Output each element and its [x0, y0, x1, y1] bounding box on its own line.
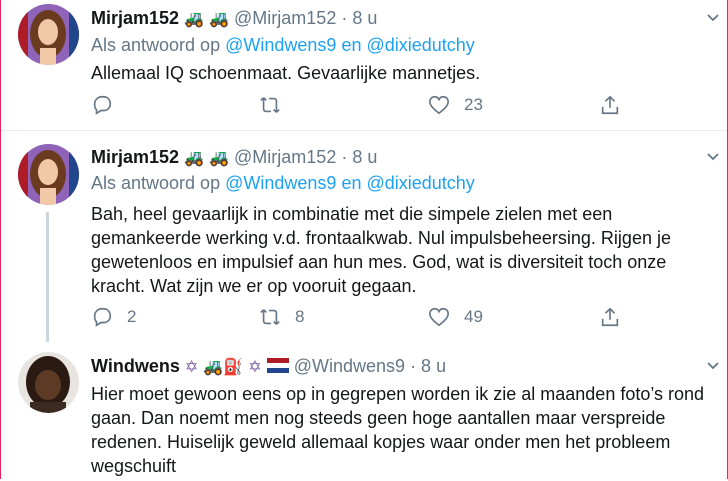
thread-line	[46, 212, 49, 342]
avatar[interactable]	[18, 352, 79, 413]
avatar[interactable]	[18, 144, 79, 205]
like-count: 23	[464, 95, 483, 114]
tractor-badges: 🚜 🚜	[184, 9, 230, 28]
tractor-badges: 🚜 🚜	[184, 148, 230, 167]
tweet-1[interactable]: Mirjam152 🚜 🚜 @Mirjam152 · 8 u Als antwo…	[1, 0, 727, 130]
share-button[interactable]	[599, 306, 621, 328]
badges: ✡ 🚜⛽ ✡	[184, 357, 262, 376]
tweet-time[interactable]: · 8 u	[410, 356, 446, 376]
tweet-2[interactable]: Mirjam152 🚜 🚜 @Mirjam152 · 8 u Als antwo…	[1, 131, 727, 341]
share-icon	[601, 95, 619, 115]
heart-icon	[429, 307, 449, 327]
avatar[interactable]	[18, 4, 79, 65]
dutch-flag-icon	[266, 358, 289, 373]
chevron-down-icon[interactable]	[705, 10, 721, 26]
reply-prefix: Als antwoord op	[91, 35, 221, 55]
reply-separator: en	[341, 173, 362, 193]
author-name[interactable]: Mirjam152	[91, 147, 179, 167]
tweet-text: Bah, heel gevaarlijk in combinatie met d…	[91, 204, 671, 296]
heart-icon	[429, 95, 449, 115]
author-handle[interactable]: @Windwens9	[294, 356, 405, 376]
chevron-down-icon[interactable]	[705, 358, 721, 374]
tweet-text: Allemaal IQ schoenmaat. Gevaarlijke mann…	[91, 63, 481, 83]
retweet-icon	[260, 309, 280, 325]
tweet-time[interactable]: · 8 u	[341, 8, 377, 28]
tweet-3[interactable]: Windwens ✡ 🚜⛽ ✡ @Windwens9 · 8 u Hier mo…	[1, 345, 727, 481]
reply-user-link[interactable]: @dixiedutchy	[366, 173, 474, 193]
author-handle[interactable]: @Mirjam152	[234, 147, 336, 167]
reply-prefix: Als antwoord op	[91, 173, 221, 193]
reply-button[interactable]	[91, 94, 127, 116]
chevron-down-icon[interactable]	[705, 149, 721, 165]
author-name[interactable]: Mirjam152	[91, 8, 179, 28]
tweet-time[interactable]: · 8 u	[341, 147, 377, 167]
like-count: 49	[464, 307, 483, 326]
reply-user-link[interactable]: @dixiedutchy	[366, 35, 474, 55]
retweet-button[interactable]: 8	[259, 306, 304, 328]
reply-user-link[interactable]: @Windwens9	[225, 173, 336, 193]
like-button[interactable]: 23	[428, 94, 483, 116]
reply-separator: en	[341, 35, 362, 55]
author-handle[interactable]: @Mirjam152	[234, 8, 336, 28]
share-button[interactable]	[599, 94, 621, 116]
retweet-count: 8	[295, 307, 305, 326]
reply-user-link[interactable]: @Windwens9	[225, 35, 336, 55]
share-icon	[601, 307, 619, 327]
reply-icon	[93, 95, 112, 115]
retweet-icon	[260, 97, 280, 113]
like-button[interactable]: 49	[428, 306, 483, 328]
reply-button[interactable]: 2	[91, 306, 136, 328]
author-name[interactable]: Windwens	[91, 356, 180, 376]
reply-count: 2	[127, 307, 137, 326]
tweet-text: Hier moet gewoon eens op in gegrepen wor…	[91, 384, 705, 476]
reply-icon	[93, 307, 112, 327]
retweet-button[interactable]	[259, 94, 295, 116]
